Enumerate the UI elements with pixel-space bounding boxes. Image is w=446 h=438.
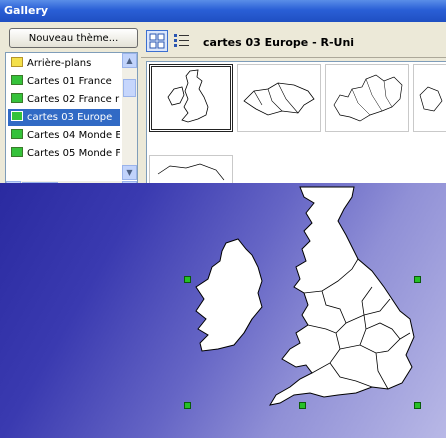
europe-map-thumbnail-icon [333, 74, 403, 122]
grid-view-icon [149, 33, 165, 49]
selection-handle[interactable] [414, 402, 421, 409]
theme-item[interactable]: Cartes 05 Monde F [8, 145, 120, 162]
folder-icon [11, 129, 23, 139]
new-theme-button[interactable]: Nouveau thème... [9, 28, 138, 48]
folder-icon [11, 57, 23, 67]
thumbnail-uk-map[interactable] [149, 64, 233, 132]
selection-handle[interactable] [184, 276, 191, 283]
selection-handle[interactable] [299, 402, 306, 409]
theme-item-label: Cartes 04 Monde E [27, 130, 120, 141]
map-thumbnail-icon [157, 163, 225, 181]
theme-item[interactable]: Cartes 02 France r [8, 91, 120, 108]
vertical-scrollbar[interactable]: ▲ ▼ [122, 53, 137, 180]
window-title: Gallery [4, 4, 49, 17]
icon-view-button[interactable] [146, 30, 168, 52]
theme-list[interactable]: Arrière-plans Cartes 01 France Cartes 02… [5, 52, 138, 197]
theme-item[interactable]: Cartes 01 France [8, 73, 120, 90]
detail-view-button[interactable] [171, 30, 193, 52]
gallery-thumbnails[interactable] [146, 61, 446, 184]
scroll-down-icon[interactable]: ▼ [122, 165, 137, 180]
uk-map-drawing[interactable] [0, 183, 446, 438]
selection-handle[interactable] [414, 276, 421, 283]
divider [141, 57, 446, 58]
switzerland-map-thumbnail-icon [243, 82, 315, 116]
document-canvas[interactable] [0, 183, 446, 438]
current-theme-title: cartes 03 Europe - R-Uni [203, 36, 355, 49]
theme-item-label: Cartes 02 France r [27, 94, 120, 105]
folder-icon [11, 75, 23, 85]
folder-icon [11, 111, 23, 121]
folder-icon [11, 93, 23, 103]
thumbnail-map-row2[interactable] [149, 155, 233, 184]
uk-map-thumbnail-icon [167, 69, 209, 123]
list-view-icon [174, 34, 189, 47]
scroll-up-icon[interactable]: ▲ [122, 53, 137, 68]
theme-item[interactable]: Cartes 04 Monde E [8, 127, 120, 144]
theme-item-label: cartes 03 Europe [27, 112, 113, 123]
theme-item-label: Cartes 01 France [27, 76, 112, 87]
theme-item[interactable]: Arrière-plans [8, 55, 120, 72]
theme-item-label: Cartes 05 Monde F [27, 148, 120, 159]
theme-item-label: Arrière-plans [27, 58, 92, 69]
folder-icon [11, 147, 23, 157]
scroll-thumb[interactable] [123, 79, 136, 97]
theme-item-selected[interactable]: cartes 03 Europe [8, 109, 120, 126]
title-bar: Gallery [0, 0, 446, 22]
thumbnail-switzerland-map[interactable] [237, 64, 321, 132]
selection-handle[interactable] [184, 402, 191, 409]
thumbnail-europe-map[interactable] [325, 64, 409, 132]
gallery-panel: Nouveau thème... Arrière-plans Cartes 01… [0, 22, 446, 197]
map-thumbnail-icon [419, 86, 443, 112]
thumbnail-map-partial[interactable] [413, 64, 446, 132]
